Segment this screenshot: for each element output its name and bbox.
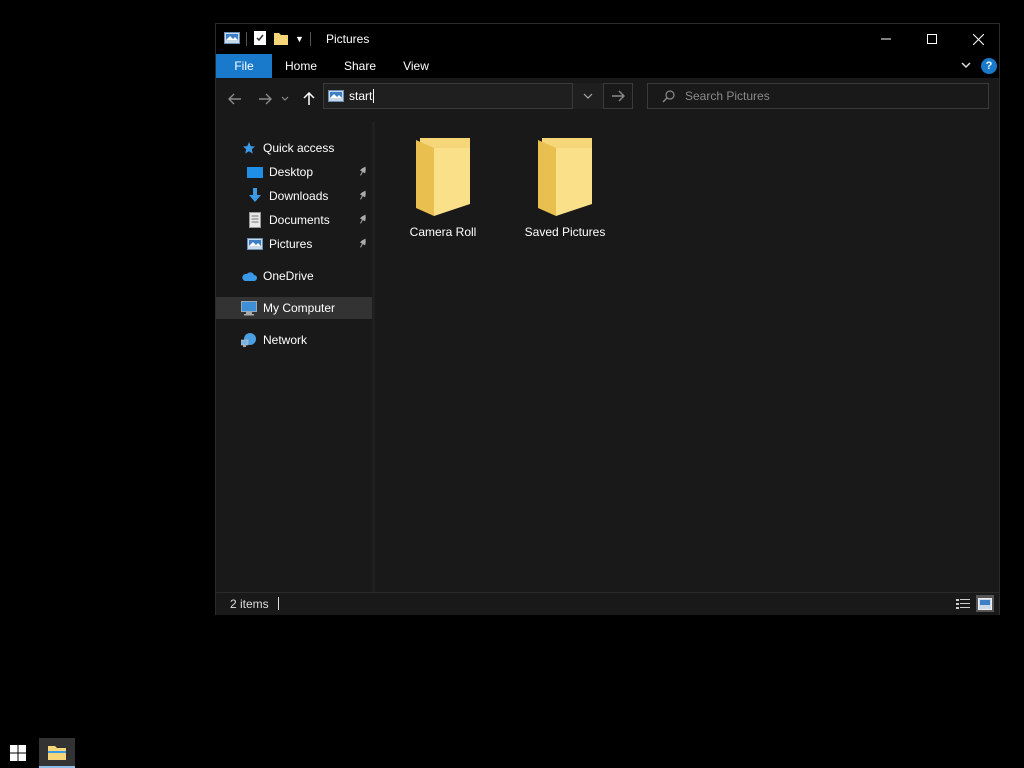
pictures-location-icon — [328, 89, 344, 103]
address-input[interactable]: start — [349, 89, 375, 104]
taskbar-file-explorer-button[interactable] — [39, 738, 75, 768]
status-bar: 2 items — [216, 592, 999, 615]
tab-file[interactable]: File — [216, 54, 272, 78]
pictures-icon — [247, 236, 263, 252]
folder-label: Camera Roll — [409, 225, 477, 239]
large-icons-view-button[interactable] — [976, 595, 994, 612]
start-button[interactable] — [0, 738, 36, 768]
computer-icon — [241, 300, 257, 316]
file-explorer-window: ▼ Pictures File Home Share View ? start … — [215, 23, 1000, 615]
ribbon-tabs: File Home Share View ? — [216, 54, 999, 78]
pictures-window-icon — [224, 31, 240, 48]
pin-icon[interactable] — [358, 214, 368, 227]
nav-item-my-computer[interactable]: My Computer — [216, 297, 372, 319]
nav-item-documents[interactable]: Documents — [216, 209, 372, 231]
pin-icon[interactable] — [358, 190, 368, 203]
tab-view[interactable]: View — [398, 54, 434, 78]
address-history-chevron-icon[interactable] — [573, 83, 603, 109]
folder-icon — [536, 134, 594, 219]
star-icon — [241, 140, 257, 156]
window-title: Pictures — [326, 32, 370, 46]
download-icon — [247, 188, 263, 204]
folder-item-saved-pictures[interactable]: Saved Pictures — [515, 134, 615, 239]
quick-access-toolbar: ▼ — [224, 30, 311, 49]
address-bar[interactable]: start — [323, 83, 573, 109]
nav-item-quick-access[interactable]: Quick access — [216, 137, 372, 159]
item-count: 2 items — [230, 597, 269, 611]
toolbar-divider — [309, 32, 311, 46]
search-box[interactable]: Search Pictures — [647, 83, 989, 109]
cloud-icon — [241, 268, 257, 284]
nav-item-pictures[interactable]: Pictures — [216, 233, 372, 255]
file-list: Camera Roll Saved Pictures — [375, 122, 999, 592]
pin-icon[interactable] — [358, 166, 368, 179]
nav-item-label: My Computer — [263, 301, 336, 315]
status-divider — [278, 597, 279, 610]
file-explorer-icon — [48, 744, 66, 760]
tab-share[interactable]: Share — [338, 54, 382, 78]
properties-icon[interactable] — [253, 30, 267, 49]
minimize-button[interactable] — [863, 24, 909, 54]
forward-button[interactable] — [254, 88, 276, 110]
search-input[interactable]: Search Pictures — [685, 89, 770, 103]
nav-item-label: Pictures — [269, 237, 313, 251]
desktop-icon — [247, 164, 263, 180]
nav-item-desktop[interactable]: Desktop — [216, 161, 372, 183]
nav-item-label: OneDrive — [263, 269, 314, 283]
navigation-pane: Quick access Desktop Downloads Documents… — [216, 122, 372, 592]
toolbar-divider — [246, 32, 247, 46]
document-icon — [247, 212, 263, 228]
go-button[interactable] — [603, 83, 633, 109]
folder-icon — [414, 134, 472, 219]
nav-item-label: Desktop — [269, 165, 314, 179]
nav-item-onedrive[interactable]: OneDrive — [216, 265, 372, 287]
back-button[interactable] — [224, 88, 246, 110]
nav-item-label: Downloads — [269, 189, 329, 203]
folder-label: Saved Pictures — [524, 225, 606, 239]
expand-ribbon-chevron-icon[interactable] — [960, 59, 972, 74]
pin-icon[interactable] — [358, 238, 368, 251]
search-icon — [662, 89, 675, 103]
new-folder-icon[interactable] — [273, 30, 289, 49]
nav-item-label: Quick access — [263, 141, 335, 155]
folder-item-camera-roll[interactable]: Camera Roll — [393, 134, 493, 239]
help-icon[interactable]: ? — [981, 58, 997, 74]
taskbar — [0, 738, 1024, 768]
tab-home[interactable]: Home — [280, 54, 322, 78]
nav-item-network[interactable]: Network — [216, 329, 372, 351]
close-button[interactable] — [955, 24, 1001, 54]
text-caret — [373, 89, 375, 104]
nav-item-downloads[interactable]: Downloads — [216, 185, 372, 207]
nav-item-label: Documents — [269, 213, 330, 227]
nav-item-label: Network — [263, 333, 308, 347]
navigation-bar: start Search Pictures — [216, 78, 999, 122]
details-view-button[interactable] — [954, 595, 972, 612]
recent-locations-chevron-icon[interactable] — [278, 88, 292, 110]
maximize-button[interactable] — [909, 24, 955, 54]
title-bar: ▼ Pictures — [216, 24, 999, 54]
network-icon — [241, 332, 257, 348]
up-button[interactable] — [298, 88, 320, 110]
customize-toolbar-dropdown-icon[interactable]: ▼ — [295, 34, 304, 44]
